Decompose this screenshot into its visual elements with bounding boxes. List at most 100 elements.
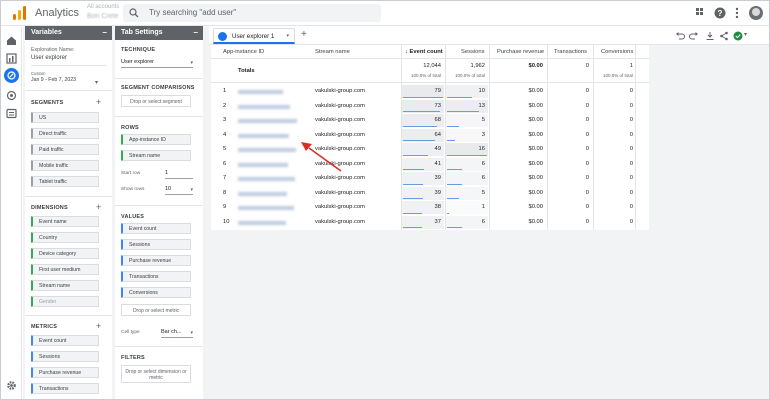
transactions-cell: 0 <box>585 204 589 210</box>
add-metric-icon[interactable]: + <box>96 322 101 331</box>
dimension-chip[interactable]: Country <box>31 232 99 243</box>
redo-icon[interactable] <box>689 31 699 41</box>
tab-user-explorer-1[interactable]: User explorer 1 ▾ <box>213 28 295 44</box>
rows-label: ROWS <box>121 125 139 131</box>
redacted-app-instance-id[interactable] <box>238 191 287 196</box>
segment-chip[interactable]: US <box>31 112 99 123</box>
account-name[interactable]: Bon Crete <box>87 13 119 20</box>
sessions-bar <box>447 111 480 112</box>
chevron-down-icon[interactable]: ▾ <box>744 31 747 38</box>
minimize-icon[interactable]: – <box>194 28 198 37</box>
metric-chip[interactable]: Purchase revenue <box>31 367 99 378</box>
filter-drop-zone[interactable]: Drop or select dimension or metric <box>121 365 191 383</box>
stream-name-cell[interactable]: vakulski-group.com <box>315 117 365 123</box>
totals-sessions-pct: 100.0% of total <box>454 73 485 78</box>
value-chip[interactable]: Sessions <box>121 239 191 250</box>
dimension-chip[interactable]: Gender <box>31 296 99 307</box>
account-label[interactable]: All accounts <box>87 4 119 10</box>
redacted-app-instance-id[interactable] <box>238 220 286 225</box>
column-header[interactable]: Sessions <box>461 49 485 55</box>
stream-name-cell[interactable]: vakulski-group.com <box>315 204 365 210</box>
show-rows-dropdown[interactable]: 10 ▾ <box>165 184 193 195</box>
analytics-logo-icon[interactable] <box>13 6 27 20</box>
redacted-app-instance-id[interactable] <box>238 148 296 152</box>
date-range[interactable]: Jan 9 - Feb 7, 2023 <box>31 77 76 83</box>
reports-icon[interactable] <box>6 53 17 64</box>
metric-chip[interactable]: Transactions <box>31 383 99 394</box>
column-header[interactable]: Purchase revenue <box>497 49 544 55</box>
metric-chip[interactable]: Event count <box>31 335 99 346</box>
add-tab-icon[interactable]: + <box>301 29 307 41</box>
purchase-revenue-cell: $0.00 <box>528 160 543 167</box>
segment-chip[interactable]: Mobile traffic <box>31 160 99 171</box>
cell-type-dropdown[interactable]: Bar ch... ▾ <box>161 327 193 338</box>
stream-name-cell[interactable]: vakulski-group.com <box>315 161 365 167</box>
event-count-bar <box>403 183 423 185</box>
redacted-app-instance-id[interactable] <box>238 177 295 181</box>
segment-chip[interactable]: Paid traffic <box>31 144 99 155</box>
column-header[interactable]: Conversions <box>601 49 633 55</box>
check-circle-icon[interactable] <box>733 31 743 41</box>
advertising-icon[interactable] <box>6 90 17 101</box>
redacted-app-instance-id[interactable] <box>238 90 283 94</box>
row-index: 10 <box>223 218 230 225</box>
redacted-app-instance-id[interactable] <box>238 104 290 109</box>
stream-name-cell[interactable]: vakulski-group.com <box>315 190 365 196</box>
metric-drop-zone[interactable]: Drop or select metric <box>121 304 191 316</box>
segment-drop-zone[interactable]: Drop or select segment <box>121 95 191 107</box>
value-chip[interactable]: Transactions <box>121 271 191 282</box>
search-bar[interactable]: Try searching "add user" <box>123 4 381 22</box>
row-chip[interactable]: Stream name <box>121 150 191 161</box>
segment-chip[interactable]: Tablet traffic <box>31 176 99 187</box>
dimension-chip[interactable]: Device category <box>31 248 99 259</box>
avatar[interactable] <box>749 6 763 20</box>
column-header[interactable]: ↓ Event count <box>405 49 443 55</box>
explore-icon[interactable] <box>4 68 19 83</box>
redacted-app-instance-id[interactable] <box>238 119 297 123</box>
configure-icon[interactable] <box>6 108 17 119</box>
help-icon[interactable]: ? <box>714 7 726 19</box>
column-header[interactable]: Stream name <box>315 49 350 55</box>
metric-chip[interactable]: Sessions <box>31 351 99 362</box>
transactions-cell: 0 <box>585 160 589 167</box>
add-segment-icon[interactable]: + <box>96 98 101 107</box>
row-chip[interactable]: App-instance ID <box>121 134 191 145</box>
stream-name-cell[interactable]: vakulski-group.com <box>315 175 365 181</box>
variables-title: Variables <box>31 29 62 36</box>
dimension-chip[interactable]: Event name <box>31 216 99 227</box>
technique-dropdown[interactable]: User explorer ▾ <box>121 57 193 68</box>
stream-name-cell[interactable]: vakulski-group.com <box>315 146 365 152</box>
value-chip[interactable]: Event count <box>121 223 191 234</box>
top-bar: Analytics All accounts Bon Crete Try sea… <box>1 1 769 26</box>
canvas-tab-bar: User explorer 1 ▾ + ▾ <box>209 26 769 45</box>
exploration-name-value[interactable]: User explorer <box>31 55 67 61</box>
redacted-app-instance-id[interactable] <box>238 133 289 138</box>
stream-name-cell[interactable]: vakulski-group.com <box>315 103 365 109</box>
stream-name-cell[interactable]: vakulski-group.com <box>315 132 365 138</box>
segment-chip[interactable]: Direct traffic <box>31 128 99 139</box>
home-icon[interactable] <box>6 35 17 46</box>
download-icon[interactable] <box>705 31 715 41</box>
redacted-app-instance-id[interactable] <box>238 162 288 167</box>
add-dimension-icon[interactable]: + <box>96 203 101 212</box>
undo-icon[interactable] <box>675 31 685 41</box>
start-row-input[interactable]: 1 <box>165 168 193 179</box>
more-vert-icon[interactable] <box>731 7 743 19</box>
chevron-down-icon[interactable]: ▾ <box>286 33 289 39</box>
value-chip[interactable]: Conversions <box>121 287 191 298</box>
share-icon[interactable] <box>719 31 729 41</box>
value-chip[interactable]: Purchase revenue <box>121 255 191 266</box>
apps-grid-icon[interactable] <box>695 7 707 19</box>
date-range-chevron-down-icon[interactable]: ▾ <box>95 79 98 86</box>
column-header[interactable]: App-instance ID <box>223 49 264 55</box>
dimension-chip[interactable]: First user medium <box>31 264 99 275</box>
minimize-icon[interactable]: – <box>103 28 107 37</box>
column-header[interactable]: Transactions <box>554 49 587 55</box>
redacted-app-instance-id[interactable] <box>238 206 294 210</box>
purchase-revenue-cell: $0.00 <box>528 204 543 210</box>
stream-name-cell[interactable]: vakulski-group.com <box>315 88 365 94</box>
search-placeholder[interactable]: Try searching "add user" <box>149 8 236 17</box>
settings-gear-icon[interactable] <box>6 380 17 391</box>
stream-name-cell[interactable]: vakulski-group.com <box>315 219 365 225</box>
dimension-chip[interactable]: Stream name <box>31 280 99 291</box>
